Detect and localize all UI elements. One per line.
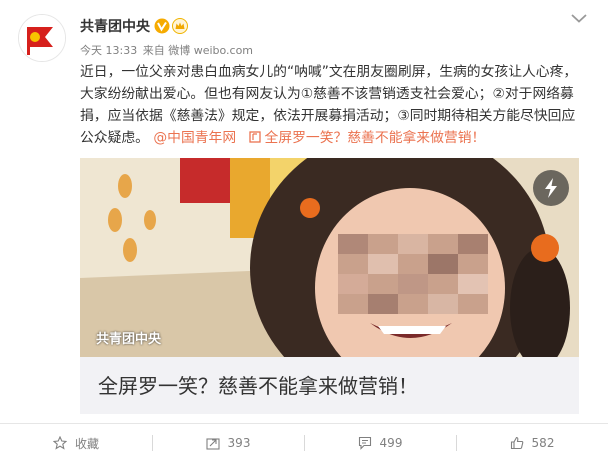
lightning-icon[interactable] [533,170,569,206]
repost-count: 393 [227,436,251,450]
thumbnail-caption: 共青团中央 [96,332,162,347]
comment-count: 499 [379,436,403,450]
article-thumbnail[interactable]: 共青团中央 [80,158,579,357]
comment-icon [358,436,371,450]
verified-v-icon[interactable] [154,18,170,34]
post-meta: 今天 13:33 来自 微博 weibo.com [80,42,253,58]
article-link[interactable]: 全屏罗一笑？慈善不能拿来做营销！ [265,130,486,146]
favorite-label: 收藏 [74,436,99,451]
thumbs-up-icon [510,436,523,450]
like-count: 582 [531,436,555,450]
like-button[interactable]: 582 [456,424,608,462]
post-text: 近日，一位父亲对患白血病女儿的“呐喊”文在朋友圈刷屏，生病的女孩让人心疼，大家纷… [80,61,585,149]
repost-button[interactable]: 393 [152,424,304,462]
post-header: 共青团中央 [80,16,188,36]
star-icon [52,436,67,450]
chevron-down-icon[interactable] [570,12,588,24]
article-card[interactable]: 共青团中央 全屏罗一笑？慈善不能拿来做营销！ [80,158,579,414]
lightning-glyph [545,178,557,198]
mention-link[interactable]: @中国青年网 [153,130,236,146]
comment-button[interactable]: 499 [304,424,456,462]
article-link-icon [248,131,261,143]
post-actions: 收藏 393 499 582 [0,423,608,462]
youth-league-logo-icon [19,15,65,61]
repost-icon [205,438,220,450]
crown-icon[interactable] [172,18,188,34]
username-link[interactable]: 共青团中央 [80,16,150,36]
article-title[interactable]: 全屏罗一笑？慈善不能拿来做营销！ [98,370,418,399]
post-source: 来自 微博 weibo.com [142,44,254,57]
favorite-button[interactable]: 收藏 [0,424,152,462]
post-time-link[interactable]: 今天 13:33 [80,44,137,57]
avatar[interactable] [18,14,66,62]
